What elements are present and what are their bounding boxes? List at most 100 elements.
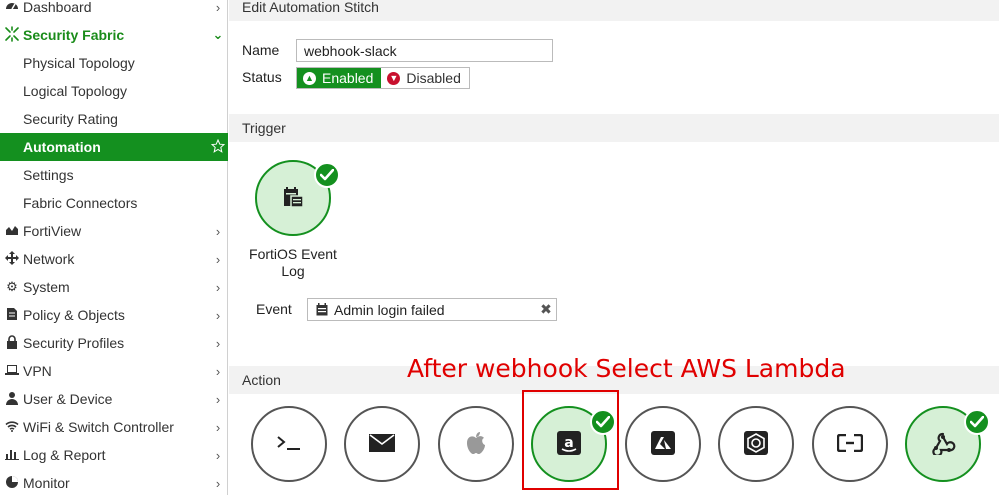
sidebar-item-user-device[interactable]: User & Device › <box>0 385 228 413</box>
chevron-right-icon: › <box>215 279 221 295</box>
document-icon <box>3 307 21 324</box>
event-value: Admin login failed <box>334 301 445 318</box>
dashboard-icon <box>3 0 21 16</box>
sidebar-item-label: User & Device <box>23 391 113 407</box>
page-title: Edit Automation Stitch <box>229 0 999 21</box>
status-toggle: ▲ Enabled ▼ Disabled <box>296 67 470 89</box>
status-disabled-label: Disabled <box>406 70 461 86</box>
fortiview-icon <box>3 224 21 239</box>
arrow-down-icon: ▼ <box>387 71 401 85</box>
alicloud-function-icon <box>836 433 864 455</box>
status-label: Status <box>242 69 282 85</box>
sidebar-item-dashboard[interactable]: Dashboard › <box>0 0 228 21</box>
trigger-section-header: Trigger <box>229 114 999 142</box>
chevron-right-icon: › <box>215 307 221 323</box>
sidebar-item-vpn[interactable]: VPN › <box>0 357 228 385</box>
chevron-right-icon: › <box>215 475 221 491</box>
sidebar-item-label: Fabric Connectors <box>23 195 138 211</box>
trigger-caption-line2: Log <box>281 263 305 279</box>
check-icon <box>964 409 990 435</box>
sidebar-item-logical-topology[interactable]: Logical Topology <box>0 77 228 105</box>
gear-icon: ⚙ <box>6 279 18 294</box>
sidebar-item-system[interactable]: ⚙ System › <box>0 273 228 301</box>
sidebar-item-label: System <box>23 279 70 295</box>
sidebar-item-security-rating[interactable]: Security Rating <box>0 105 228 133</box>
name-label: Name <box>242 42 280 58</box>
monitor-icon <box>3 475 21 492</box>
bar-chart-icon <box>3 448 21 463</box>
action-cli-script[interactable] <box>251 406 327 482</box>
chevron-down-icon: ⌄ <box>212 27 224 42</box>
chevron-right-icon: › <box>215 335 221 351</box>
sidebar-item-network[interactable]: Network › <box>0 245 228 273</box>
status-enabled-label: Enabled <box>322 70 374 86</box>
sidebar-item-label: Security Rating <box>23 111 118 127</box>
wifi-icon <box>3 420 21 435</box>
event-field[interactable]: Admin login failed ✖ <box>307 298 557 321</box>
sidebar-item-label: WiFi & Switch Controller <box>23 419 174 435</box>
action-alicloud-function[interactable] <box>812 406 888 482</box>
sidebar: Dashboard › Security Fabric ⌄ Physical T… <box>0 0 228 495</box>
sidebar-item-settings[interactable]: Settings <box>0 161 228 189</box>
sidebar-item-label: Security Fabric <box>23 27 125 43</box>
action-ios-notification[interactable] <box>438 406 514 482</box>
chevron-right-icon: › <box>215 391 221 407</box>
star-icon[interactable] <box>208 138 228 156</box>
sidebar-item-security-profiles[interactable]: Security Profiles › <box>0 329 228 357</box>
sidebar-item-label: Security Profiles <box>23 335 125 351</box>
sidebar-item-monitor[interactable]: Monitor › <box>0 469 228 495</box>
chevron-right-icon: › <box>215 223 221 239</box>
sidebar-item-label: VPN <box>23 363 52 379</box>
chevron-right-icon: › <box>215 251 221 267</box>
laptop-icon <box>3 364 21 379</box>
event-label: Event <box>256 301 292 317</box>
lock-icon <box>3 334 21 352</box>
chevron-right-icon: › <box>215 363 221 379</box>
name-field[interactable]: webhook-slack <box>296 39 553 62</box>
sidebar-item-log-report[interactable]: Log & Report › <box>0 441 228 469</box>
chevron-right-icon: › <box>215 419 221 435</box>
status-disabled-option[interactable]: ▼ Disabled <box>381 68 469 88</box>
action-email[interactable] <box>344 406 420 482</box>
sidebar-item-label: Monitor <box>23 475 70 491</box>
network-icon <box>3 250 21 268</box>
google-cloud-function-icon <box>744 430 768 458</box>
sidebar-item-fabric-connectors[interactable]: Fabric Connectors <box>0 189 228 217</box>
webhook-icon <box>930 431 956 458</box>
email-icon <box>369 433 395 455</box>
sidebar-item-security-fabric[interactable]: Security Fabric ⌄ <box>0 21 228 49</box>
chevron-right-icon: › <box>215 0 221 15</box>
action-azure-function[interactable] <box>625 406 701 482</box>
check-icon <box>314 162 340 188</box>
sidebar-item-label: Settings <box>23 167 74 183</box>
cli-script-icon <box>276 434 302 455</box>
azure-function-icon <box>651 430 675 458</box>
chevron-right-icon: › <box>215 447 221 463</box>
main-panel: Edit Automation Stitch Name webhook-slac… <box>229 0 999 495</box>
clear-icon[interactable]: ✖ <box>536 301 556 318</box>
user-icon <box>3 391 21 408</box>
security-fabric-icon <box>3 25 21 45</box>
action-google-cloud-function[interactable] <box>718 406 794 482</box>
sidebar-item-label: Network <box>23 251 75 267</box>
arrow-up-icon: ▲ <box>303 71 316 85</box>
sidebar-item-wifi-switch[interactable]: WiFi & Switch Controller › <box>0 413 228 441</box>
sidebar-item-fortiview[interactable]: FortiView › <box>0 217 228 245</box>
sidebar-item-label: Physical Topology <box>23 55 135 71</box>
sidebar-item-automation[interactable]: Automation <box>0 133 228 161</box>
apple-icon <box>465 431 487 458</box>
sidebar-item-label: Dashboard <box>23 0 92 15</box>
trigger-caption: FortiOS Event Log <box>243 246 343 280</box>
status-enabled-option[interactable]: ▲ Enabled <box>297 68 382 88</box>
annotation-text: After webhook Select AWS Lambda <box>407 354 846 383</box>
sidebar-item-label: Log & Report <box>23 447 106 463</box>
sidebar-item-policy-objects[interactable]: Policy & Objects › <box>0 301 228 329</box>
sidebar-item-physical-topology[interactable]: Physical Topology <box>0 49 228 77</box>
sidebar-item-label: Policy & Objects <box>23 307 125 323</box>
calendar-icon <box>316 303 328 316</box>
trigger-caption-line1: FortiOS Event <box>249 246 337 262</box>
event-log-icon <box>281 185 305 212</box>
sidebar-item-label: FortiView <box>23 223 82 239</box>
sidebar-item-label: Automation <box>23 139 101 155</box>
sidebar-item-label: Logical Topology <box>23 83 128 99</box>
